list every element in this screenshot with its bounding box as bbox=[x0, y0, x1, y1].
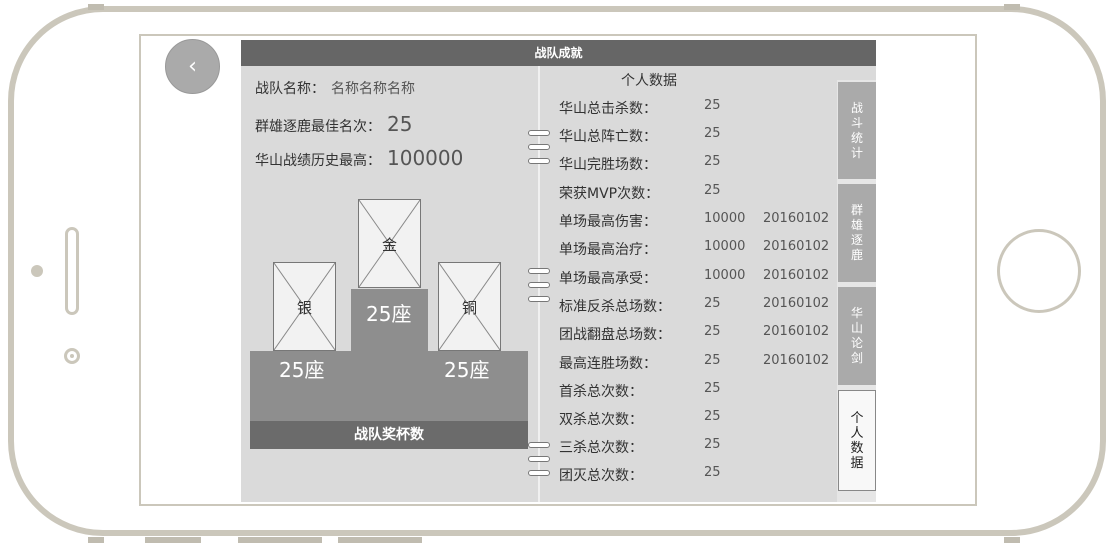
stat-label: 华山完胜场数： bbox=[559, 157, 657, 173]
stat-date: 20160102 bbox=[763, 296, 830, 311]
history-line: 华山战绩历史最高： 100000 bbox=[255, 146, 463, 170]
stat-label: 团战翻盘总场数： bbox=[559, 327, 671, 343]
stat-date: 20160102 bbox=[763, 324, 830, 339]
stat-value: 10000 bbox=[704, 268, 746, 283]
stat-label: 最高连胜场数： bbox=[559, 356, 657, 372]
home-button[interactable] bbox=[997, 229, 1081, 313]
stat-label: 荣获MVP次数： bbox=[559, 186, 660, 202]
tab-label: 个 人 数 据 bbox=[850, 410, 864, 471]
tab-battle-stats[interactable]: 战 斗 统 计 bbox=[838, 82, 876, 179]
stat-value: 25 bbox=[704, 437, 721, 452]
stat-value: 25 bbox=[704, 353, 721, 368]
binder-ring bbox=[528, 296, 550, 302]
phone-side-button bbox=[88, 537, 104, 543]
stat-date: 20160102 bbox=[763, 211, 830, 226]
binder-ring bbox=[528, 282, 550, 288]
phone-side-button bbox=[338, 537, 422, 543]
stat-value: 25 bbox=[704, 183, 721, 198]
stat-value: 25 bbox=[704, 126, 721, 141]
tab-qunxiong-zhulu[interactable]: 群 雄 逐 鹿 bbox=[838, 184, 876, 282]
binder-ring bbox=[528, 144, 550, 150]
stat-value: 10000 bbox=[704, 211, 746, 226]
history-value: 100000 bbox=[387, 146, 464, 170]
chevron-left-icon: ‹ bbox=[188, 54, 197, 79]
trophy-count-label: 战队奖杯数 bbox=[250, 421, 528, 449]
binder-ring bbox=[528, 456, 550, 462]
stat-label: 单场最高承受： bbox=[559, 271, 657, 287]
phone-sensor bbox=[31, 265, 43, 277]
phone-side-button bbox=[238, 537, 322, 543]
bronze-trophy-image: 铜 bbox=[438, 262, 501, 351]
tab-label: 战 斗 统 计 bbox=[850, 100, 863, 160]
team-name-value: 名称名称名称 bbox=[331, 81, 415, 97]
phone-side-button bbox=[88, 4, 104, 10]
gold-trophy-label: 金 bbox=[381, 236, 397, 254]
stat-date: 20160102 bbox=[763, 353, 830, 368]
stat-date: 20160102 bbox=[763, 239, 830, 254]
tab-label: 华 山 论 剑 bbox=[850, 306, 863, 365]
stat-date: 20160102 bbox=[763, 268, 830, 283]
app-screen: 战队成就 战队名称： 名称名称名称 群雄逐鹿最佳名次： 25 华山战绩历史最高： 10… bbox=[241, 40, 876, 502]
phone-side-button bbox=[1004, 4, 1020, 10]
tab-personal-data[interactable]: 个 人 数 据 bbox=[838, 390, 876, 491]
best-rank-label: 群雄逐鹿最佳名次： bbox=[255, 119, 381, 135]
binder-ring bbox=[528, 268, 550, 274]
stat-value: 10000 bbox=[704, 239, 746, 254]
personal-data-title: 个人数据 bbox=[621, 73, 677, 89]
silver-trophy-image: 银 bbox=[273, 262, 336, 351]
phone-speaker bbox=[65, 227, 79, 315]
best-rank-value: 25 bbox=[387, 112, 413, 136]
stat-label: 双杀总次数： bbox=[559, 412, 643, 428]
binder-ring bbox=[528, 158, 550, 164]
back-button[interactable]: ‹ bbox=[165, 39, 220, 94]
stat-label: 首杀总次数： bbox=[559, 384, 643, 400]
tab-label: 群 雄 逐 鹿 bbox=[850, 203, 863, 262]
gold-seat-count: 25座 bbox=[366, 302, 412, 326]
phone-camera bbox=[64, 348, 80, 364]
stat-value: 25 bbox=[704, 296, 721, 311]
binder-ring bbox=[528, 442, 550, 448]
phone-side-button bbox=[145, 537, 201, 543]
page-title: 战队成就 bbox=[241, 40, 876, 66]
binder-ring bbox=[528, 470, 550, 476]
stat-value: 25 bbox=[704, 381, 721, 396]
stat-label: 团灭总次数： bbox=[559, 468, 643, 484]
stat-label: 三杀总次数： bbox=[559, 440, 643, 456]
silver-seat-count: 25座 bbox=[279, 358, 325, 382]
team-name-line: 战队名称： 名称名称名称 bbox=[255, 78, 415, 98]
team-name-label: 战队名称： bbox=[255, 81, 325, 97]
phone-side-button bbox=[1004, 537, 1020, 543]
history-label: 华山战绩历史最高： bbox=[255, 153, 381, 169]
stat-value: 25 bbox=[704, 465, 721, 480]
stat-label: 华山总阵亡数： bbox=[559, 129, 657, 145]
bronze-seat-count: 25座 bbox=[444, 358, 490, 382]
stat-label: 单场最高治疗： bbox=[559, 242, 657, 258]
stat-value: 25 bbox=[704, 409, 721, 424]
stat-value: 25 bbox=[704, 154, 721, 169]
stat-value: 25 bbox=[704, 324, 721, 339]
stat-label: 单场最高伤害： bbox=[559, 214, 657, 230]
stat-label: 华山总击杀数： bbox=[559, 101, 657, 117]
tab-huashan-lunjian[interactable]: 华 山 论 剑 bbox=[838, 287, 876, 385]
best-rank-line: 群雄逐鹿最佳名次： 25 bbox=[255, 112, 412, 136]
silver-trophy-label: 银 bbox=[296, 299, 312, 317]
bronze-trophy-label: 铜 bbox=[461, 299, 477, 317]
stat-value: 25 bbox=[704, 98, 721, 113]
stat-label: 标准反杀总场数： bbox=[559, 299, 671, 315]
gold-trophy-image: 金 bbox=[358, 199, 421, 288]
binder-ring bbox=[528, 130, 550, 136]
